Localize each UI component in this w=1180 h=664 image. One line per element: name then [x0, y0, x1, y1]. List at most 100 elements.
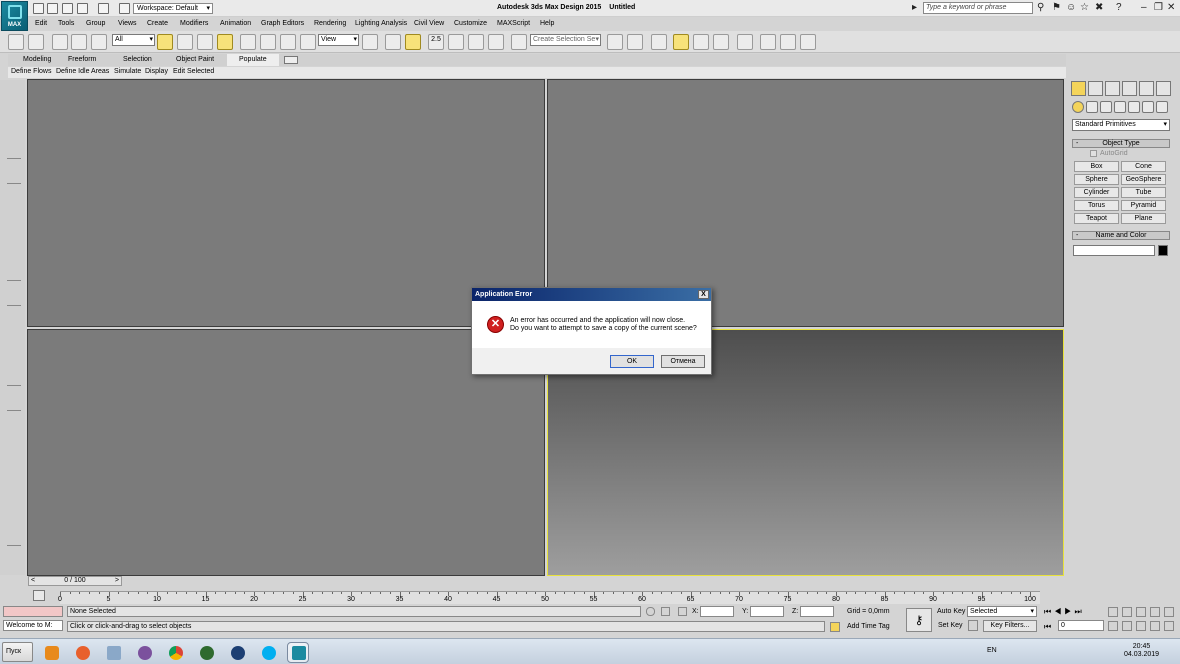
render-production-icon[interactable]: [800, 34, 816, 50]
dialog-close-button[interactable]: X: [698, 290, 709, 299]
subtab-define-idle-areas[interactable]: Define Idle Areas: [56, 68, 109, 75]
redo-icon[interactable]: [28, 34, 44, 50]
ok-button[interactable]: OK: [610, 355, 654, 368]
cylinder-button[interactable]: Cylinder: [1074, 187, 1119, 198]
menu-edit[interactable]: Edit: [35, 20, 47, 27]
reference-coordinate-dropdown[interactable]: View ▾: [318, 34, 359, 46]
key-filters-button[interactable]: Key Filters...: [983, 620, 1037, 632]
sign-in-icon[interactable]: ☺: [1066, 3, 1076, 13]
cameras-icon[interactable]: [1114, 101, 1126, 113]
systems-icon[interactable]: [1156, 101, 1168, 113]
binoculars-icon[interactable]: ⚲: [1037, 3, 1044, 13]
mini-curve-editor-icon[interactable]: [33, 590, 45, 601]
helpers-icon[interactable]: [1128, 101, 1140, 113]
rendered-frame-window-icon[interactable]: [780, 34, 796, 50]
undo-icon[interactable]: [8, 34, 24, 50]
communication-center-icon[interactable]: ⚑: [1052, 3, 1061, 13]
time-tag-icon[interactable]: [830, 622, 840, 632]
snaps-toggle-icon[interactable]: 2.5: [428, 34, 444, 50]
subtab-define-flows[interactable]: Define Flows: [11, 68, 51, 75]
viewport-top[interactable]: [27, 79, 545, 327]
keyboard-shortcut-override-icon[interactable]: [405, 34, 421, 50]
y-coordinate-field[interactable]: [750, 606, 784, 617]
selection-lock-icon[interactable]: [661, 607, 670, 616]
search-input[interactable]: Type a keyword or phrase: [923, 2, 1033, 14]
selection-filter-dropdown[interactable]: All ▾: [112, 34, 155, 46]
menu-civil-view[interactable]: Civil View: [414, 20, 444, 27]
layer-manager-icon[interactable]: [651, 34, 667, 50]
curve-editor-icon[interactable]: [693, 34, 709, 50]
unlink-icon[interactable]: [71, 34, 87, 50]
geometry-icon[interactable]: [1072, 101, 1084, 113]
viewport-left[interactable]: [27, 329, 545, 576]
rotate-icon[interactable]: [260, 34, 276, 50]
select-manipulate-icon[interactable]: [385, 34, 401, 50]
schematic-view-icon[interactable]: [713, 34, 729, 50]
scale-icon[interactable]: [280, 34, 296, 50]
key-mode-dropdown[interactable]: Selected ▾: [967, 606, 1037, 617]
cone-button[interactable]: Cone: [1121, 161, 1166, 172]
pivot-center-icon[interactable]: [362, 34, 378, 50]
menu-lighting-analysis[interactable]: Lighting Analysis: [355, 20, 407, 27]
torus-button[interactable]: Torus: [1074, 200, 1119, 211]
time-slider[interactable]: < 0 / 100 >: [28, 576, 122, 586]
menu-customize[interactable]: Customize: [454, 20, 487, 27]
project-folder-icon[interactable]: [119, 3, 130, 14]
ribbon-minimize-icon[interactable]: [284, 56, 298, 64]
auto-key-button[interactable]: Auto Key: [937, 608, 965, 615]
close-icon[interactable]: ✕: [1167, 3, 1175, 13]
taskbar-skype[interactable]: [257, 642, 279, 663]
object-color-swatch[interactable]: [1158, 245, 1168, 256]
select-object-icon[interactable]: [157, 34, 173, 50]
tab-freeform[interactable]: Freeform: [68, 56, 96, 63]
menu-animation[interactable]: Animation: [220, 20, 251, 27]
subtab-simulate[interactable]: Simulate: [114, 68, 141, 75]
redo-icon[interactable]: [98, 3, 109, 14]
box-button[interactable]: Box: [1074, 161, 1119, 172]
mirror-icon[interactable]: [607, 34, 623, 50]
move-icon[interactable]: [240, 34, 256, 50]
object-type-rollout[interactable]: - Object Type: [1072, 139, 1170, 148]
bind-space-warp-icon[interactable]: [91, 34, 107, 50]
lights-icon[interactable]: [1100, 101, 1112, 113]
menu-maxscript[interactable]: MAXScript: [497, 20, 530, 27]
rectangular-selection-icon[interactable]: [197, 34, 213, 50]
search-arrow-icon[interactable]: ▸: [912, 3, 917, 13]
percent-snap-icon[interactable]: [468, 34, 484, 50]
absolute-mode-icon[interactable]: [678, 607, 687, 616]
tab-populate[interactable]: Populate: [227, 54, 279, 66]
language-indicator[interactable]: EN: [987, 647, 997, 654]
viewport-navigation-controls[interactable]: [1108, 605, 1176, 633]
subtab-display[interactable]: Display: [145, 68, 168, 75]
start-button[interactable]: Пуск: [2, 642, 33, 662]
taskbar-clock[interactable]: 20:45 04.03.2019: [1124, 643, 1159, 659]
x-coordinate-field[interactable]: [700, 606, 734, 617]
playback-controls[interactable]: ⏮◀▶⏭: [1044, 607, 1085, 617]
name-and-color-rollout[interactable]: - Name and Color: [1072, 231, 1170, 240]
taskbar-media-player[interactable]: [40, 642, 62, 663]
plane-button[interactable]: Plane: [1121, 213, 1166, 224]
current-frame-field[interactable]: 0: [1058, 620, 1104, 631]
taskbar-chrome[interactable]: [164, 642, 186, 663]
autogrid-checkbox[interactable]: [1090, 150, 1097, 157]
system-tray-icons[interactable]: [1005, 646, 1117, 658]
angle-snap-icon[interactable]: [448, 34, 464, 50]
key-tangent-icon[interactable]: [968, 620, 978, 631]
teapot-button[interactable]: Teapot: [1074, 213, 1119, 224]
new-file-icon[interactable]: [33, 3, 44, 14]
taskbar-3ds-max[interactable]: [287, 642, 309, 663]
space-warps-icon[interactable]: [1142, 101, 1154, 113]
exchange-icon[interactable]: ✖: [1095, 3, 1103, 13]
tab-selection[interactable]: Selection: [123, 56, 152, 63]
render-setup-icon[interactable]: [760, 34, 776, 50]
undo-icon[interactable]: [77, 3, 88, 14]
motion-tab-icon[interactable]: [1122, 81, 1137, 96]
tab-modeling[interactable]: Modeling: [23, 56, 51, 63]
edit-named-selection-icon[interactable]: [511, 34, 527, 50]
minimize-icon[interactable]: –: [1141, 3, 1147, 13]
material-editor-icon[interactable]: [737, 34, 753, 50]
object-category-dropdown[interactable]: Standard Primitives ▾: [1072, 119, 1170, 131]
isolate-selection-icon[interactable]: [646, 607, 655, 616]
workspace-dropdown[interactable]: Workspace: Default ▾: [133, 3, 213, 14]
select-by-name-icon[interactable]: [177, 34, 193, 50]
